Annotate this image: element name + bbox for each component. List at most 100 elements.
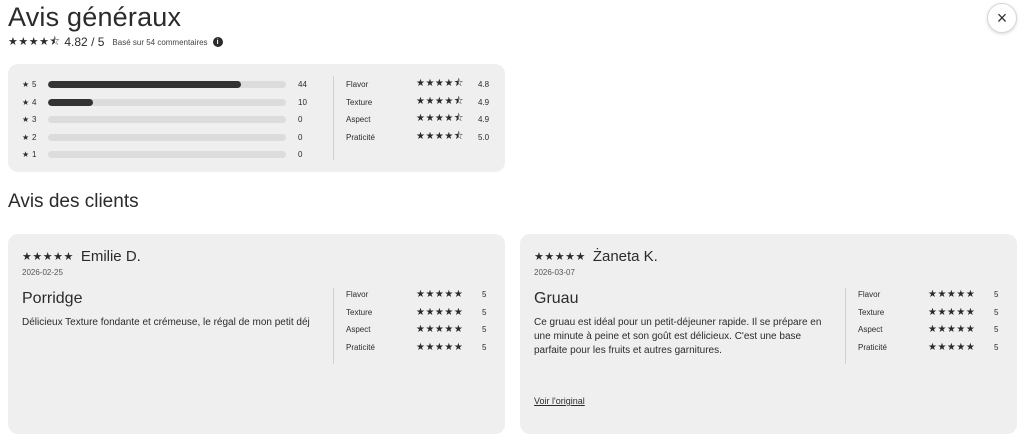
attribute-stars: ★★★★⯪	[416, 113, 464, 125]
info-icon[interactable]: i	[212, 37, 223, 47]
distribution-count: 10	[298, 97, 307, 107]
attribute-stars: ★★★★★	[928, 289, 976, 301]
distribution-star-level: 2	[32, 132, 37, 142]
review-card: ★★★★★ Żaneta K. 2026-03-07 Gruau Ce grua…	[520, 234, 1017, 434]
attribute-value: 4.9	[478, 97, 490, 107]
attribute-name: Flavor	[346, 80, 369, 90]
overall-rating-summary: ★★★★⯪ 4.82 / 5 Basé sur 54 commentaires …	[8, 35, 223, 49]
distribution-bar	[48, 98, 286, 106]
review-body: Ce gruau est idéal pour un petit-déjeune…	[534, 317, 822, 356]
attribute-name: Praticité	[346, 132, 375, 142]
distribution-star-level: 3	[32, 115, 37, 125]
attribute-value: 5	[994, 342, 999, 352]
attribute-row: Praticité ★★★★★ 5	[346, 339, 486, 357]
attribute-stars: ★★★★★	[928, 324, 976, 336]
rating-distribution: ★ 5 44 ★ 4 10 ★ 3 0 ★ 2 0 ★ 1 0	[22, 76, 312, 164]
attribute-name: Flavor	[858, 290, 881, 300]
attribute-stars: ★★★★⯪	[416, 78, 464, 90]
review-divider	[845, 288, 846, 364]
attribute-stars: ★★★★★	[416, 289, 464, 301]
attribute-row: Aspect ★★★★★ 5	[858, 321, 998, 339]
distribution-count: 44	[298, 80, 307, 90]
attribute-name: Texture	[858, 307, 885, 317]
attribute-stars: ★★★★⯪	[416, 130, 464, 142]
review-card: ★★★★★ Emilie D. 2026-02-25 Porridge Déli…	[8, 234, 505, 434]
distribution-bar	[48, 133, 286, 141]
distribution-bar	[48, 116, 286, 124]
distribution-row: ★ 5 44	[22, 76, 312, 94]
attribute-row: Texture ★★★★★ 5	[346, 304, 486, 322]
reviewer-name: Żaneta K.	[592, 248, 658, 265]
attribute-value: 5	[482, 342, 487, 352]
star-icon: ★	[22, 97, 30, 107]
attribute-row: Aspect ★★★★⯪ 4.9	[346, 111, 489, 129]
reviewer-name: Emilie D.	[80, 248, 141, 265]
distribution-count: 0	[298, 150, 303, 160]
attribute-value: 5	[482, 325, 487, 335]
distribution-row: ★ 1 0	[22, 146, 312, 164]
attribute-stars: ★★★★★	[416, 341, 464, 353]
attribute-row: Praticité ★★★★⯪ 5.0	[346, 129, 489, 147]
review-attribute-ratings: Flavor ★★★★★ 5 Texture ★★★★★ 5 Aspect ★★…	[346, 286, 486, 356]
distribution-bar	[48, 151, 286, 159]
attribute-row: Flavor ★★★★⯪ 4.8	[346, 76, 489, 94]
close-button[interactable]: ×	[987, 3, 1017, 33]
attribute-stars: ★★★★★	[416, 324, 464, 336]
review-attribute-ratings: Flavor ★★★★★ 5 Texture ★★★★★ 5 Aspect ★★…	[858, 286, 998, 356]
rating-summary-panel: ★ 5 44 ★ 4 10 ★ 3 0 ★ 2 0 ★ 1 0 Flavor ★…	[8, 64, 505, 172]
attribute-value: 5	[994, 290, 999, 300]
distribution-bar	[48, 81, 286, 89]
attribute-name: Texture	[346, 97, 373, 107]
attribute-name: Praticité	[858, 342, 887, 352]
review-count-text: Basé sur 54 commentaires	[112, 37, 208, 47]
attribute-name: Aspect	[346, 325, 371, 335]
attribute-stars: ★★★★★	[928, 306, 976, 318]
distribution-star-level: 5	[32, 80, 37, 90]
distribution-bar-fill	[48, 98, 94, 106]
review-title: Porridge	[22, 290, 83, 307]
review-body: Délicieux Texture fondante et crémeuse, …	[22, 317, 310, 328]
distribution-count: 0	[298, 115, 303, 125]
distribution-row: ★ 4 10	[22, 94, 312, 112]
attribute-value: 5	[994, 307, 999, 317]
star-icon: ★	[22, 115, 30, 125]
distribution-star-level: 1	[32, 150, 37, 160]
attribute-name: Flavor	[346, 290, 369, 300]
overall-rating-value: 4.82 / 5	[64, 35, 105, 49]
star-icon: ★	[22, 80, 30, 90]
review-date: 2026-03-07	[534, 268, 575, 277]
attribute-value: 5.0	[478, 132, 490, 142]
review-header: ★★★★★ Żaneta K.	[534, 248, 658, 265]
distribution-row: ★ 3 0	[22, 111, 312, 129]
attribute-stars: ★★★★★	[928, 341, 976, 353]
distribution-row: ★ 2 0	[22, 129, 312, 147]
attribute-row: Texture ★★★★⯪ 4.9	[346, 94, 489, 112]
review-header: ★★★★★ Emilie D.	[22, 248, 141, 265]
attribute-row: Aspect ★★★★★ 5	[346, 321, 486, 339]
attribute-name: Praticité	[346, 342, 375, 352]
section-title: Avis des clients	[8, 191, 139, 212]
attribute-row: Praticité ★★★★★ 5	[858, 339, 998, 357]
attribute-name: Texture	[346, 307, 373, 317]
overall-stars: ★★★★⯪	[8, 35, 61, 48]
attribute-value: 5	[482, 307, 487, 317]
distribution-star-level: 4	[32, 97, 37, 107]
distribution-count: 0	[298, 132, 303, 142]
attribute-value: 5	[482, 290, 487, 300]
review-divider	[333, 288, 334, 364]
attribute-value: 4.9	[478, 115, 490, 125]
distribution-bar-fill	[48, 81, 241, 89]
review-title: Gruau	[534, 290, 579, 307]
attribute-value: 4.8	[478, 80, 490, 90]
review-stars: ★★★★★	[22, 251, 74, 263]
star-icon: ★	[22, 150, 30, 160]
attribute-row: Flavor ★★★★★ 5	[346, 286, 486, 304]
close-icon: ×	[996, 7, 1008, 28]
page-title: Avis généraux	[8, 2, 182, 32]
attribute-row: Flavor ★★★★★ 5	[858, 286, 998, 304]
attribute-stars: ★★★★⯪	[416, 95, 464, 107]
attribute-ratings: Flavor ★★★★⯪ 4.8 Texture ★★★★⯪ 4.9 Aspec…	[346, 76, 489, 146]
review-date: 2026-02-25	[22, 268, 63, 277]
attribute-row: Texture ★★★★★ 5	[858, 304, 998, 322]
view-original-link[interactable]: Voir l'original	[534, 396, 585, 406]
